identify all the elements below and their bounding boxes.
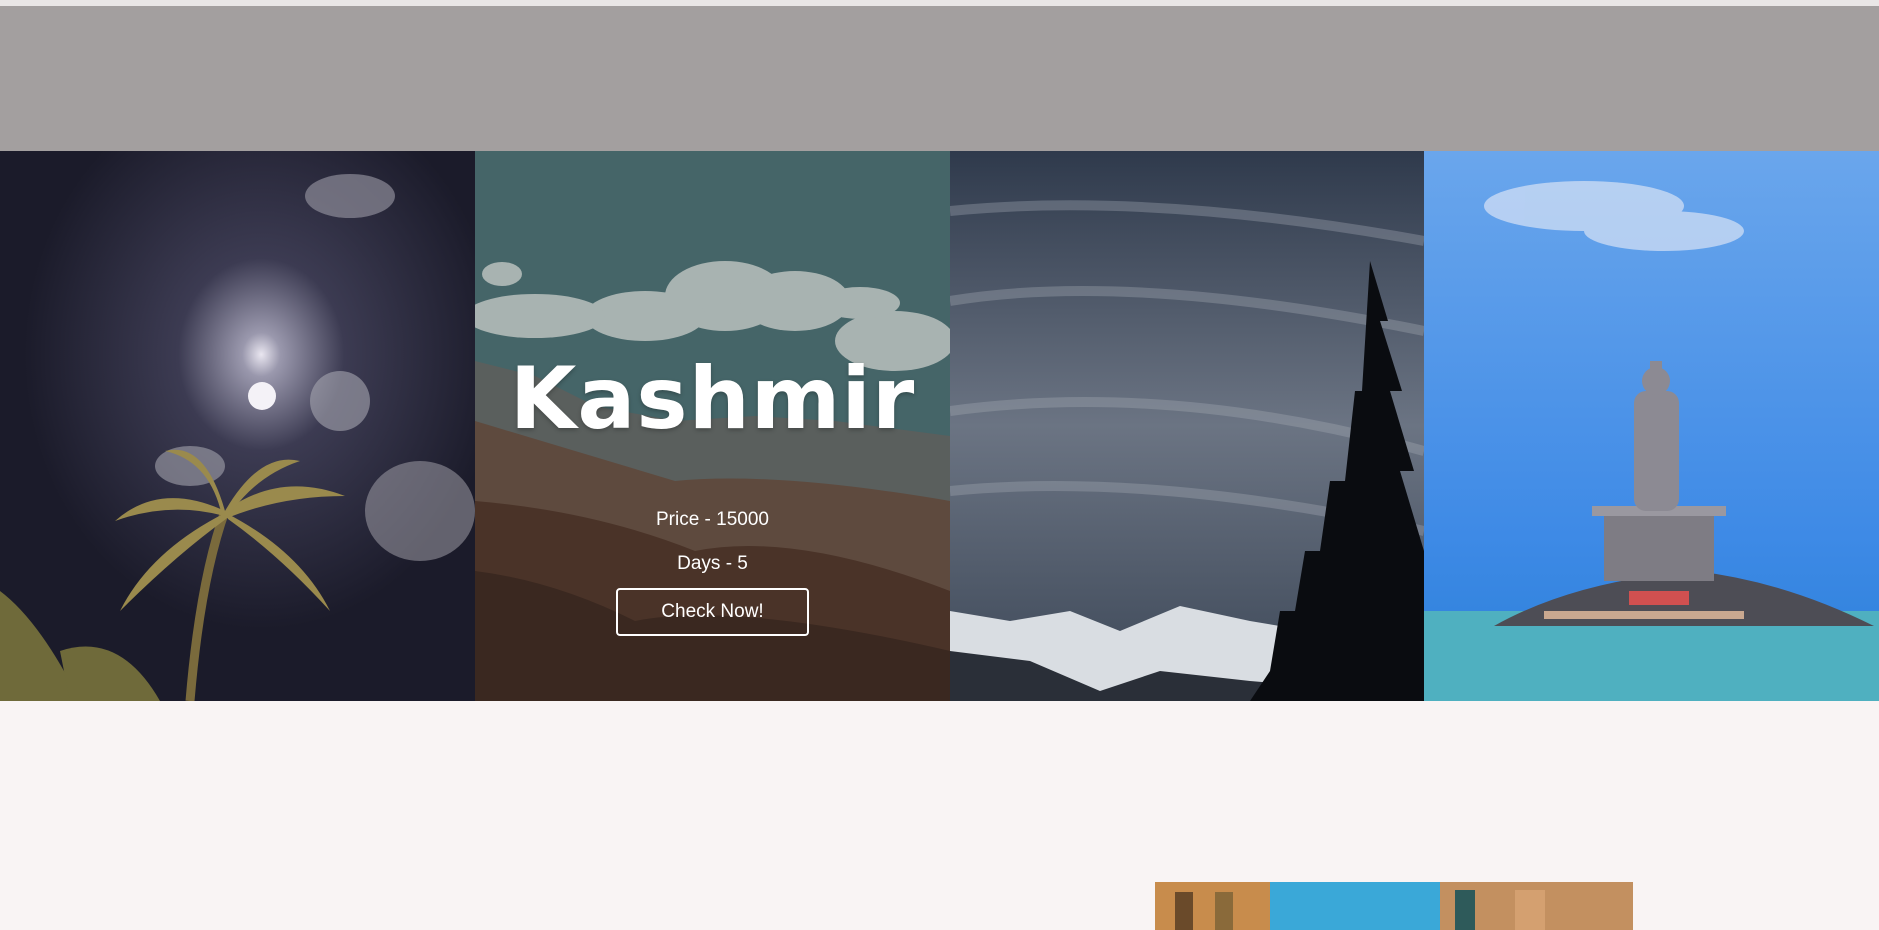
destination-card-1[interactable] [0, 151, 475, 701]
price-text: Price - 15000 [655, 509, 769, 530]
destination-gallery: Kashmir Price - 15000 Days - 5 Check Now… [0, 151, 1879, 701]
destination-card-4[interactable] [1424, 151, 1879, 701]
days-text: Days - 5 [677, 553, 748, 574]
colorful-street-buildings-photo [1155, 882, 1633, 930]
check-now-button[interactable]: Check Now! [616, 588, 809, 636]
palm-tree-night-sky-photo [0, 151, 475, 701]
thiruvalluvar-statue-sea-photo [1424, 151, 1879, 701]
featured-overlay: Kashmir Price - 15000 Days - 5 Check Now… [475, 151, 950, 701]
pine-tree-snow-mountains-photo [950, 151, 1424, 701]
header-band [0, 6, 1879, 151]
destination-card-3[interactable] [950, 151, 1424, 701]
destination-card-kashmir[interactable]: Kashmir Price - 15000 Days - 5 Check Now… [475, 151, 950, 701]
destination-title: Kashmir [509, 349, 916, 449]
